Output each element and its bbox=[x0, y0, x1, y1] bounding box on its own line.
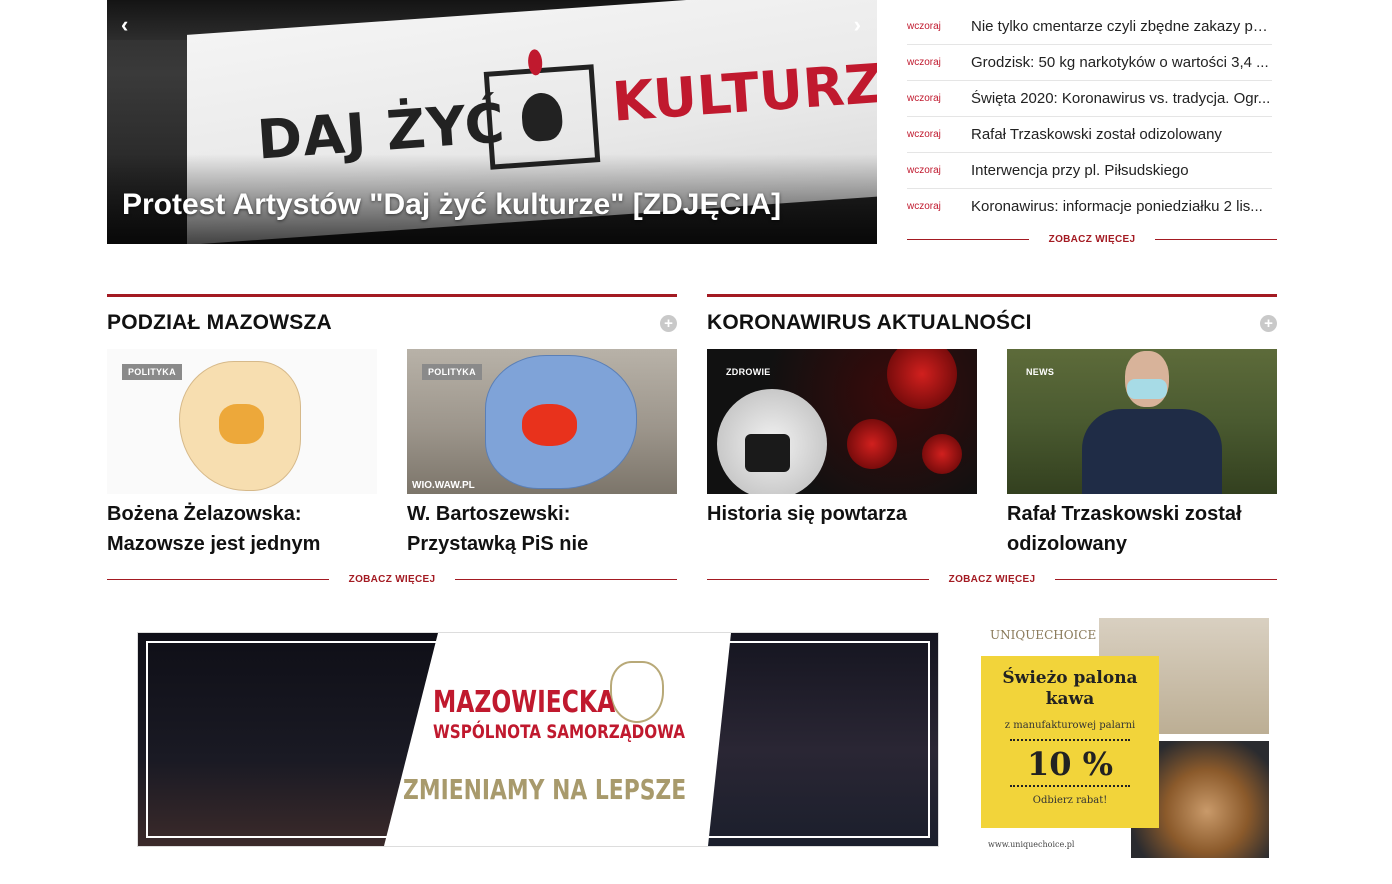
hero-title[interactable]: Protest Artystów "Daj żyć kulturze" [ZDJ… bbox=[122, 188, 781, 222]
promo-headline-line2: kawa bbox=[1045, 689, 1095, 709]
latest-more: ZOBACZ WIĘCEJ bbox=[907, 234, 1277, 245]
divider bbox=[1155, 239, 1277, 240]
person-body bbox=[1082, 409, 1222, 494]
list-item[interactable]: wczoraj Interwencja przy pl. Piłsudskieg… bbox=[907, 153, 1272, 189]
face-mask bbox=[1127, 379, 1167, 399]
list-item[interactable]: wczoraj Koronawirus: informacje poniedzi… bbox=[907, 189, 1272, 224]
see-more-link[interactable]: ZOBACZ WIĘCEJ bbox=[929, 574, 1056, 585]
divider bbox=[707, 579, 929, 580]
article-card[interactable]: POLITYKA WIO.WAW.PL W. Bartoszewski: Prz… bbox=[407, 349, 677, 559]
section-more: ZOBACZ WIĘCEJ bbox=[107, 574, 677, 585]
card-list: ZDROWIE Historia się powtarza NEWS Rafał… bbox=[707, 349, 1277, 559]
item-date: wczoraj bbox=[907, 93, 941, 104]
promo-discount: 10 % bbox=[1026, 745, 1114, 783]
category-tag[interactable]: POLITYKA bbox=[422, 364, 482, 380]
promo-cta[interactable]: Odbierz rabat! bbox=[981, 795, 1159, 806]
promo-subtitle: z manufakturowej palarni bbox=[1004, 720, 1136, 731]
item-title[interactable]: Święta 2020: Koronawirus vs. tradycja. O… bbox=[971, 90, 1271, 107]
list-item[interactable]: wczoraj Grodzisk: 50 kg narkotyków o war… bbox=[907, 45, 1272, 81]
item-date: wczoraj bbox=[907, 129, 941, 140]
virus-particle bbox=[922, 434, 962, 474]
ad-mazowiecka-wspolnota[interactable]: MAZOWIECKA WSPÓLNOTA SAMORZĄDOWA ZMIENIA… bbox=[137, 632, 939, 847]
ad-brand-logo: UNIQUECHOICE bbox=[990, 628, 1097, 642]
dotted-divider bbox=[1010, 739, 1130, 741]
ad-subheadline: WSPÓLNOTA SAMORZĄDOWA bbox=[433, 721, 685, 743]
article-thumbnail[interactable]: POLITYKA WIO.WAW.PL bbox=[407, 349, 677, 494]
article-thumbnail[interactable]: ZDROWIE bbox=[707, 349, 977, 494]
item-title[interactable]: Interwencja przy pl. Piłsudskiego bbox=[971, 162, 1271, 179]
divider bbox=[907, 239, 1029, 240]
divider bbox=[107, 579, 329, 580]
chevron-right-icon[interactable]: › bbox=[854, 12, 861, 38]
article-thumbnail[interactable]: POLITYKA bbox=[107, 349, 377, 494]
map-highlight bbox=[219, 404, 264, 444]
eagle-emblem-icon bbox=[610, 661, 664, 723]
item-title[interactable]: Grodzisk: 50 kg narkotyków o wartości 3,… bbox=[971, 54, 1271, 71]
article-title[interactable]: Rafał Trzaskowski został odizolowany bbox=[1007, 499, 1277, 559]
category-tag[interactable]: ZDROWIE bbox=[720, 364, 777, 380]
coffee-promo-card: Świeżo palona kawa z manufakturowej pala… bbox=[981, 656, 1159, 828]
promo-headline: Świeżo palona kawa bbox=[981, 668, 1159, 710]
article-title[interactable]: Bożena Żelazowska: Mazowsze jest jednym bbox=[107, 499, 377, 559]
item-title[interactable]: Nie tylko cmentarze czyli zbędne zakazy … bbox=[971, 18, 1271, 35]
divider bbox=[1055, 579, 1277, 580]
item-date: wczoraj bbox=[907, 21, 941, 32]
promo-headline-line1: Świeżo palona bbox=[1002, 668, 1138, 688]
ad-url: www.uniquechoice.pl bbox=[988, 840, 1075, 849]
article-card[interactable]: POLITYKA Bożena Żelazowska: Mazowsze jes… bbox=[107, 349, 377, 559]
item-title[interactable]: Rafał Trzaskowski został odizolowany bbox=[971, 126, 1271, 143]
theater-mask-icon bbox=[520, 91, 564, 143]
plus-icon[interactable]: + bbox=[1260, 314, 1277, 332]
section-podzial-mazowsza: PODZIAŁ MAZOWSZA + POLITYKA Bożena Żelaz… bbox=[107, 294, 677, 585]
dotted-divider bbox=[1010, 785, 1130, 787]
virus-particle bbox=[847, 419, 897, 469]
divider bbox=[455, 579, 677, 580]
item-title[interactable]: Koronawirus: informacje poniedziałku 2 l… bbox=[971, 198, 1271, 215]
section-more: ZOBACZ WIĘCEJ bbox=[707, 574, 1277, 585]
ad-city-photo bbox=[138, 633, 438, 846]
article-thumbnail[interactable]: NEWS bbox=[1007, 349, 1277, 494]
section-title[interactable]: KORONAWIRUS AKTUALNOŚCI bbox=[707, 311, 1032, 335]
hero-slider[interactable]: DAJ ŻYĆ KULTURZE ‹ › Protest Artystów "D… bbox=[107, 0, 877, 244]
item-date: wczoraj bbox=[907, 165, 941, 176]
article-title[interactable]: W. Bartoszewski: Przystawką PiS nie będz… bbox=[407, 499, 677, 559]
mask-valve bbox=[745, 434, 790, 472]
image-watermark: WIO.WAW.PL bbox=[412, 480, 475, 491]
latest-news-list: wczoraj Nie tylko cmentarze czyli zbędne… bbox=[907, 9, 1277, 245]
see-more-link[interactable]: ZOBACZ WIĘCEJ bbox=[329, 574, 456, 585]
list-item[interactable]: wczoraj Święta 2020: Koronawirus vs. tra… bbox=[907, 81, 1272, 117]
list-item[interactable]: wczoraj Nie tylko cmentarze czyli zbędne… bbox=[907, 9, 1272, 45]
item-date: wczoraj bbox=[907, 57, 941, 68]
category-tag[interactable]: NEWS bbox=[1020, 364, 1060, 380]
article-card[interactable]: ZDROWIE Historia się powtarza bbox=[707, 349, 977, 559]
map-highlight bbox=[522, 404, 577, 446]
section-title[interactable]: PODZIAŁ MAZOWSZA bbox=[107, 311, 332, 335]
ad-slogan: ZMIENIAMY NA LEPSZE bbox=[403, 773, 687, 806]
category-tag[interactable]: POLITYKA bbox=[122, 364, 182, 380]
see-more-link[interactable]: ZOBACZ WIĘCEJ bbox=[1029, 234, 1156, 245]
article-card[interactable]: NEWS Rafał Trzaskowski został odizolowan… bbox=[1007, 349, 1277, 559]
list-item[interactable]: wczoraj Rafał Trzaskowski został odizolo… bbox=[907, 117, 1272, 153]
item-date: wczoraj bbox=[907, 201, 941, 212]
section-header: KORONAWIRUS AKTUALNOŚCI + bbox=[707, 297, 1277, 349]
section-koronawirus: KORONAWIRUS AKTUALNOŚCI + ZDROWIE Histor… bbox=[707, 294, 1277, 585]
ad-headline: MAZOWIECKA bbox=[433, 685, 616, 720]
ad-bridge-photo bbox=[708, 633, 938, 846]
ad-unique-choice-coffee[interactable]: UNIQUECHOICE Świeżo palona kawa z manufa… bbox=[980, 618, 1270, 860]
article-title[interactable]: Historia się powtarza bbox=[707, 499, 977, 559]
card-list: POLITYKA Bożena Żelazowska: Mazowsze jes… bbox=[107, 349, 677, 559]
plus-icon[interactable]: + bbox=[660, 314, 677, 332]
virus-particle bbox=[887, 349, 957, 409]
chevron-left-icon[interactable]: ‹ bbox=[121, 12, 128, 38]
section-header: PODZIAŁ MAZOWSZA + bbox=[107, 297, 677, 349]
